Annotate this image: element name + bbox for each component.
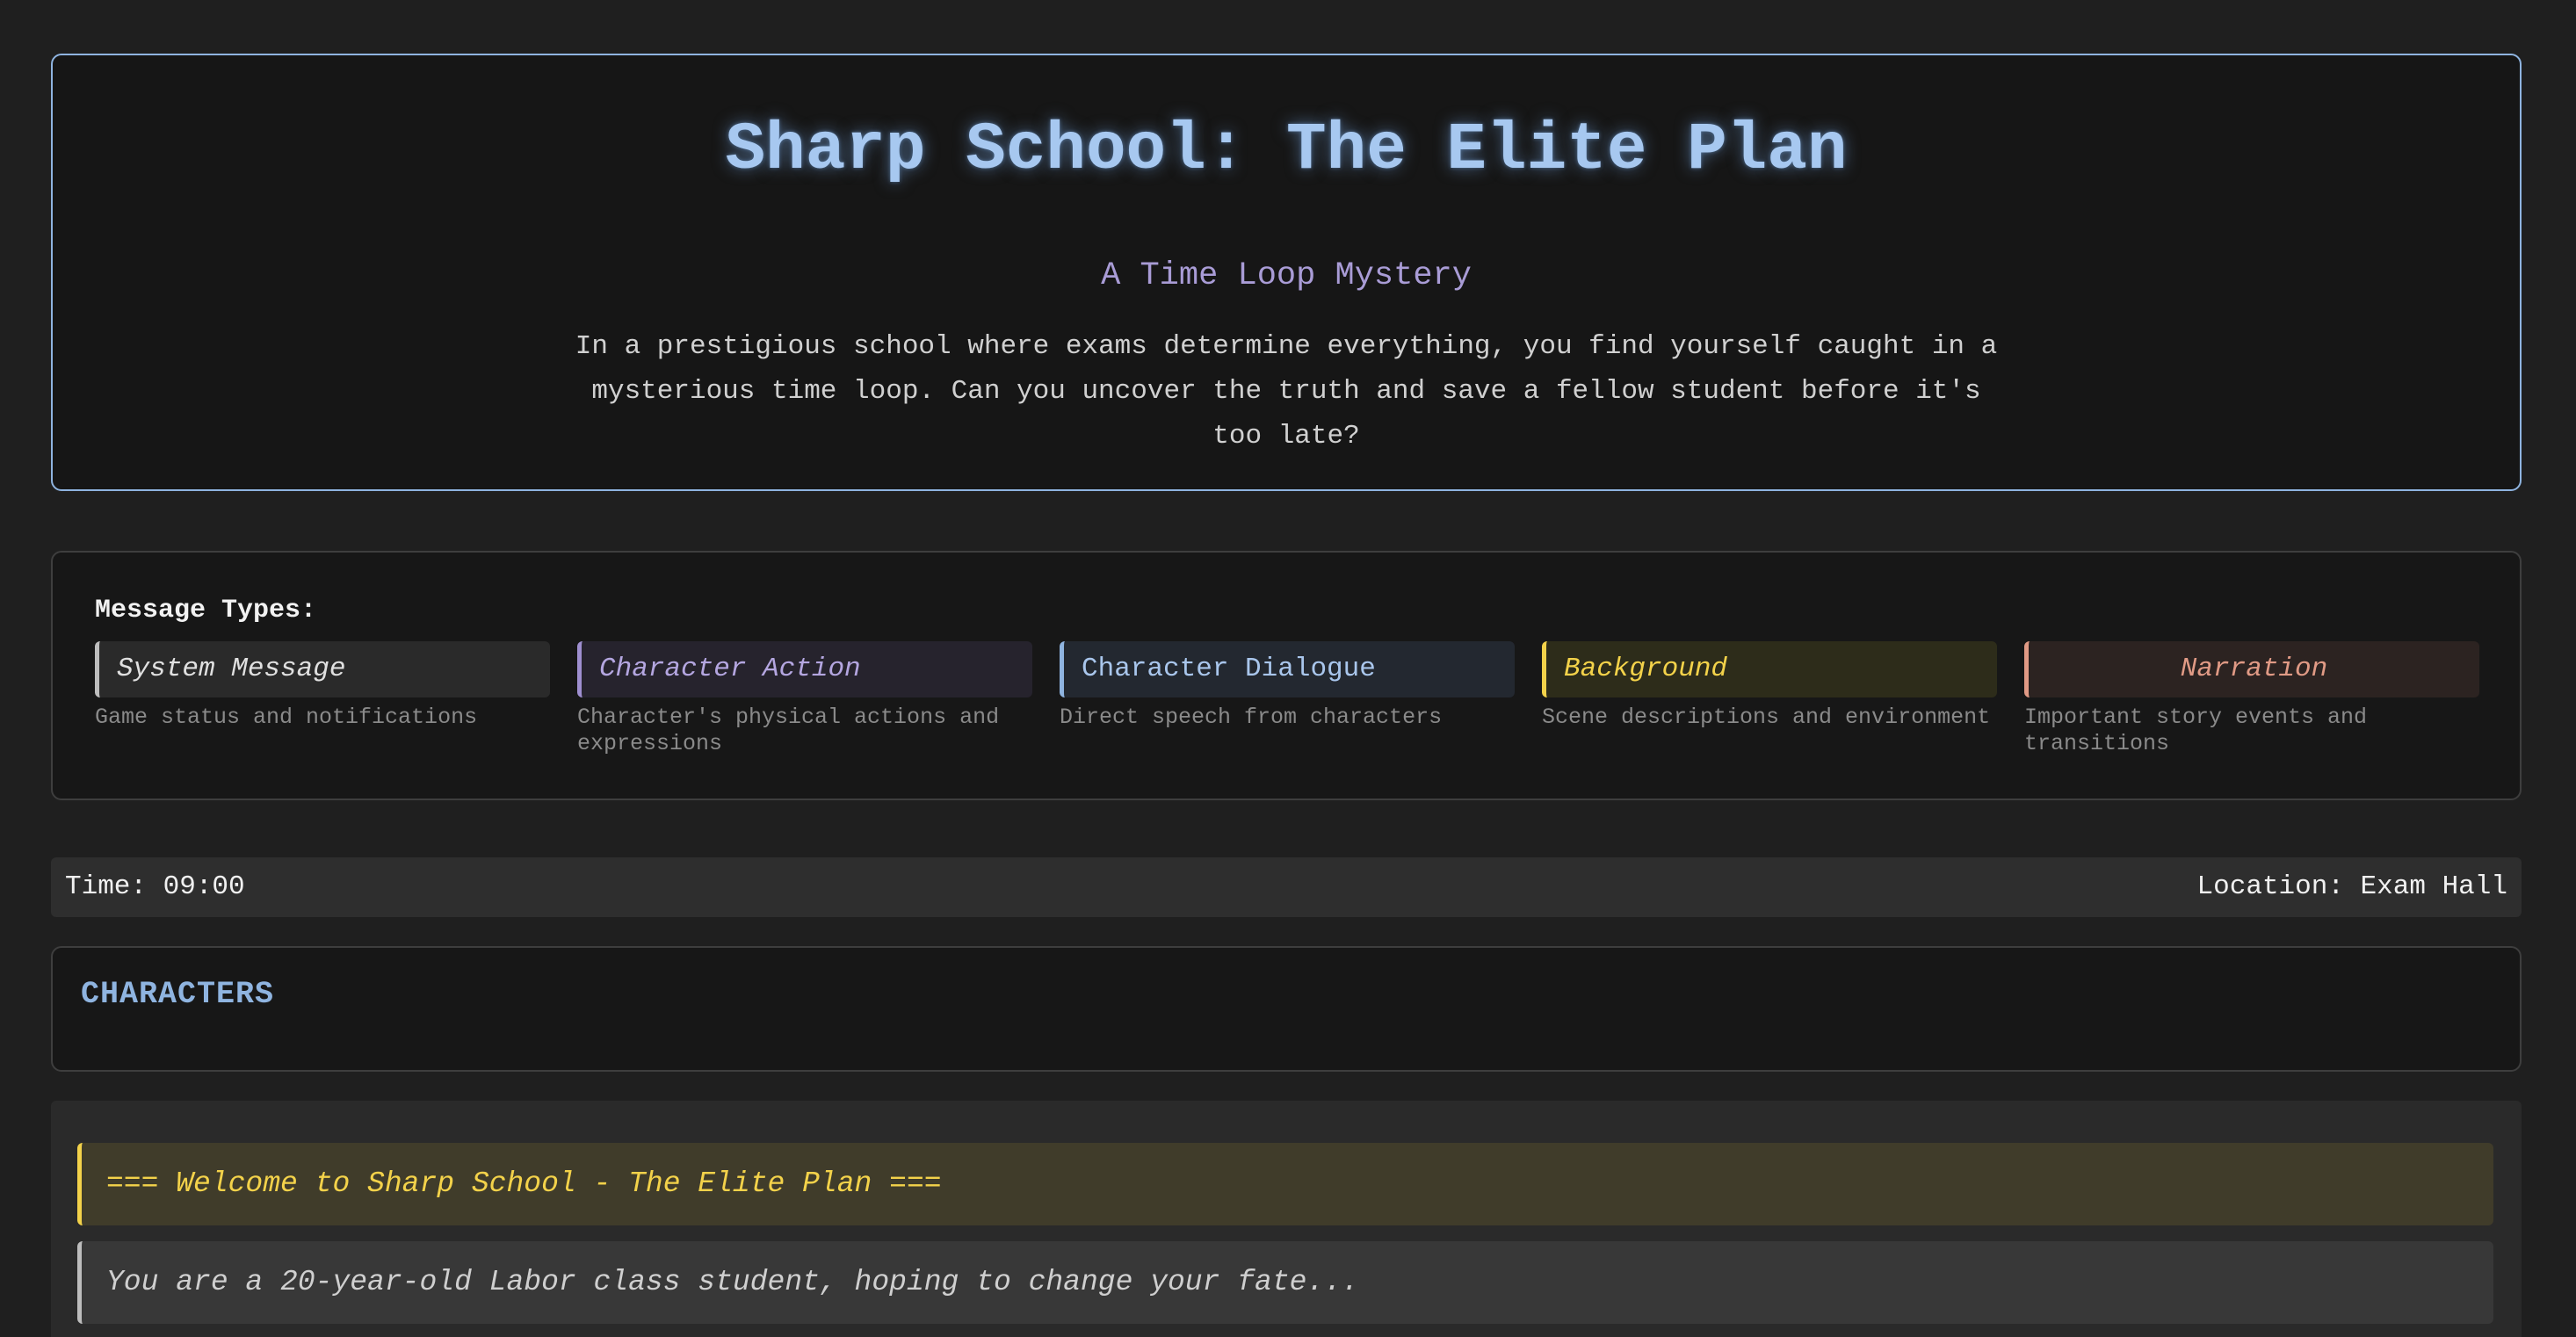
legend-desc-character-dialogue: Direct speech from characters xyxy=(1060,705,1443,730)
legend-chip-character-dialogue: Character Dialogue xyxy=(1060,641,1515,697)
legend-chip-narration: Narration xyxy=(2024,641,2479,697)
game-subtitle: A Time Loop Mystery xyxy=(1101,257,1472,294)
legend-item-system: System Message Game status and notificat… xyxy=(95,641,550,731)
legend-item-background: Background Scene descriptions and enviro… xyxy=(1542,641,1997,731)
legend-item-dialogue: Character Dialogue Direct speech from ch… xyxy=(1060,641,1515,731)
legend-chip-system-message: System Message xyxy=(95,641,550,697)
log-message-background: === Welcome to Sharp School - The Elite … xyxy=(77,1143,2493,1225)
legend-desc-narration: Important story events and transitions xyxy=(2024,705,2368,756)
legend-chip-character-action: Character Action xyxy=(577,641,1032,697)
time-display: Time: 09:00 xyxy=(65,871,245,902)
game-header: Sharp School: The Elite Plan A Time Loop… xyxy=(51,54,2522,491)
legend-item-action: Character Action Character's physical ac… xyxy=(577,641,1032,757)
message-log[interactable]: === Welcome to Sharp School - The Elite … xyxy=(51,1101,2522,1337)
game-title: Sharp School: The Elite Plan xyxy=(725,112,1848,188)
legend-chip-background: Background xyxy=(1542,641,1997,697)
legend-desc-system-message: Game status and notifications xyxy=(95,705,478,730)
legend-desc-character-action: Character's physical actions and express… xyxy=(577,705,1000,756)
legend-item-narration: Narration Important story events and tra… xyxy=(2024,641,2479,757)
message-types-legend: Message Types: System Message Game statu… xyxy=(51,551,2522,800)
location-display: Location: Exam Hall xyxy=(2196,871,2507,902)
status-bar: Time: 09:00 Location: Exam Hall xyxy=(51,857,2522,917)
legend-desc-background: Scene descriptions and environment xyxy=(1542,705,1991,730)
characters-panel: CHARACTERS xyxy=(51,946,2522,1072)
legend-heading: Message Types: xyxy=(95,596,317,625)
game-description: In a prestigious school where exams dete… xyxy=(575,331,1998,452)
characters-heading: CHARACTERS xyxy=(81,977,275,1012)
log-message-system: You are a 20-year-old Labor class studen… xyxy=(77,1241,2493,1324)
